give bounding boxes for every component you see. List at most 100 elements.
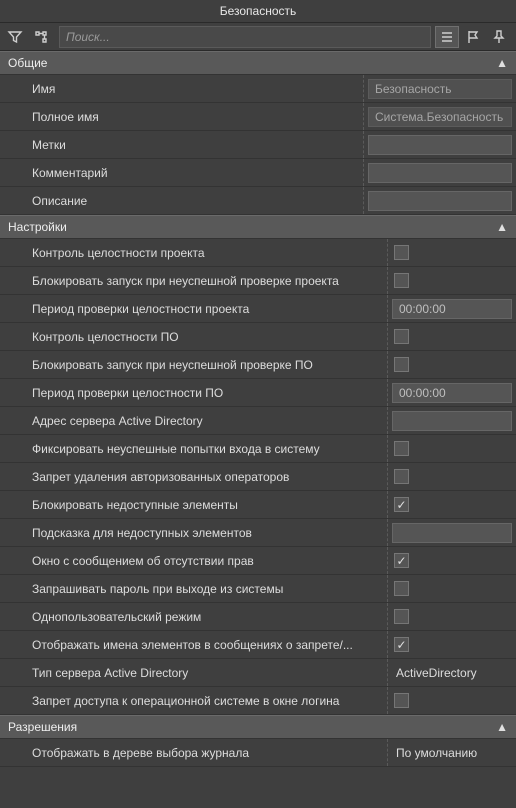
property-value: ✓ <box>388 547 516 574</box>
section-title: Разрешения <box>8 720 77 734</box>
section-title: Настройки <box>8 220 67 234</box>
property-row: Метки <box>0 131 516 159</box>
checkbox[interactable]: ✓ <box>394 637 409 652</box>
checkbox[interactable]: ✓ <box>394 553 409 568</box>
property-row: Адрес сервера Active Directory <box>0 407 516 435</box>
property-row: Однопользовательский режим✓ <box>0 603 516 631</box>
toolbar <box>0 23 516 51</box>
comment-field[interactable] <box>368 163 512 183</box>
property-label: Адрес сервера Active Directory <box>0 407 388 434</box>
property-row: Отображать в дереве выбора журнала По ум… <box>0 739 516 767</box>
view-list-icon[interactable] <box>435 26 459 48</box>
property-label: Подсказка для недоступных элементов <box>0 519 388 546</box>
section-header-permissions[interactable]: Разрешения ▲ <box>0 715 516 739</box>
property-label: Блокировать недоступные элементы <box>0 491 388 518</box>
property-value: ✓ <box>388 491 516 518</box>
chevron-up-icon: ▲ <box>496 56 508 70</box>
property-row: Фиксировать неуспешные попытки входа в с… <box>0 435 516 463</box>
property-label: Отображать в дереве выбора журнала <box>0 739 388 766</box>
property-row: Период проверки целостности проекта <box>0 295 516 323</box>
chevron-up-icon: ▲ <box>496 720 508 734</box>
checkbox[interactable]: ✓ <box>394 357 409 372</box>
check-icon: ✓ <box>396 499 406 511</box>
property-value: ✓ <box>388 603 516 630</box>
tree-filter-icon[interactable] <box>29 26 53 48</box>
property-label: Имя <box>0 75 364 102</box>
section-header-settings[interactable]: Настройки ▲ <box>0 215 516 239</box>
property-row: Тип сервера Active Directory ActiveDirect… <box>0 659 516 687</box>
property-value: ✓ <box>388 267 516 294</box>
checkbox[interactable]: ✓ <box>394 469 409 484</box>
property-value: ✓ <box>388 631 516 658</box>
checkbox[interactable]: ✓ <box>394 581 409 596</box>
section-body-permissions: Отображать в дереве выбора журнала По ум… <box>0 739 516 767</box>
property-row: Комментарий <box>0 159 516 187</box>
checkbox[interactable]: ✓ <box>394 693 409 708</box>
title-bar: Безопасность <box>0 0 516 23</box>
checkbox[interactable]: ✓ <box>394 609 409 624</box>
flag-icon[interactable] <box>461 26 485 48</box>
property-value: ✓ <box>388 323 516 350</box>
property-value: ✓ <box>388 351 516 378</box>
value-input[interactable] <box>392 299 512 319</box>
value-text[interactable]: ActiveDirectory <box>392 666 477 680</box>
filter-icon[interactable] <box>3 26 27 48</box>
section-header-general[interactable]: Общие ▲ <box>0 51 516 75</box>
description-field[interactable] <box>368 191 512 211</box>
value-input[interactable] <box>392 523 512 543</box>
property-row: Запрет доступа к операционной системе в … <box>0 687 516 715</box>
property-label: Блокировать запуск при неуспешной провер… <box>0 267 388 294</box>
pin-icon[interactable] <box>487 26 511 48</box>
property-label: Метки <box>0 131 364 158</box>
checkbox[interactable]: ✓ <box>394 245 409 260</box>
check-icon: ✓ <box>396 639 406 651</box>
value-input[interactable] <box>392 411 512 431</box>
tags-field[interactable] <box>368 135 512 155</box>
property-value: ✓ <box>388 463 516 490</box>
property-label: Отображать имена элементов в сообщениях … <box>0 631 388 658</box>
property-label: Комментарий <box>0 159 364 186</box>
check-icon: ✓ <box>396 555 406 567</box>
property-value: ✓ <box>388 239 516 266</box>
property-label: Период проверки целостности проекта <box>0 295 388 322</box>
property-value: ✓ <box>388 575 516 602</box>
property-row: Период проверки целостности ПО <box>0 379 516 407</box>
search-input[interactable] <box>59 26 431 48</box>
property-row: Полное имя <box>0 103 516 131</box>
property-label: Тип сервера Active Directory <box>0 659 388 686</box>
property-row: Запрет удаления авторизованных операторо… <box>0 463 516 491</box>
property-row: Запрашивать пароль при выходе из системы… <box>0 575 516 603</box>
value-input[interactable] <box>392 383 512 403</box>
property-value <box>388 407 516 434</box>
section-body-settings: Контроль целостности проекта✓Блокировать… <box>0 239 516 715</box>
checkbox[interactable]: ✓ <box>394 441 409 456</box>
property-label: Фиксировать неуспешные попытки входа в с… <box>0 435 388 462</box>
property-value: ActiveDirectory <box>388 659 516 686</box>
property-value <box>388 295 516 322</box>
property-label: Период проверки целостности ПО <box>0 379 388 406</box>
property-value: ✓ <box>388 435 516 462</box>
checkbox[interactable]: ✓ <box>394 329 409 344</box>
property-label: Запрашивать пароль при выходе из системы <box>0 575 388 602</box>
property-label: Запрет удаления авторизованных операторо… <box>0 463 388 490</box>
property-label: Полное имя <box>0 103 364 130</box>
property-grid: Общие ▲ Имя Полное имя Метки Комментарий… <box>0 51 516 808</box>
property-label: Запрет доступа к операционной системе в … <box>0 687 388 714</box>
checkbox[interactable]: ✓ <box>394 497 409 512</box>
property-row: Контроль целостности ПО ✓ <box>0 323 516 351</box>
property-row: Окно с сообщением об отсутствии прав✓ <box>0 547 516 575</box>
property-label: Контроль целостности ПО <box>0 323 388 350</box>
property-label: Описание <box>0 187 364 214</box>
section-title: Общие <box>8 56 47 70</box>
property-row: Контроль целостности проекта ✓ <box>0 239 516 267</box>
property-value: ✓ <box>388 687 516 714</box>
window-title: Безопасность <box>220 4 297 18</box>
permission-value[interactable]: По умолчанию <box>392 746 477 760</box>
property-row: Описание <box>0 187 516 215</box>
property-row: Блокировать запуск при неуспешной провер… <box>0 351 516 379</box>
checkbox[interactable]: ✓ <box>394 273 409 288</box>
property-value <box>388 379 516 406</box>
property-row: Отображать имена элементов в сообщениях … <box>0 631 516 659</box>
property-label: Контроль целостности проекта <box>0 239 388 266</box>
name-field <box>368 79 512 99</box>
